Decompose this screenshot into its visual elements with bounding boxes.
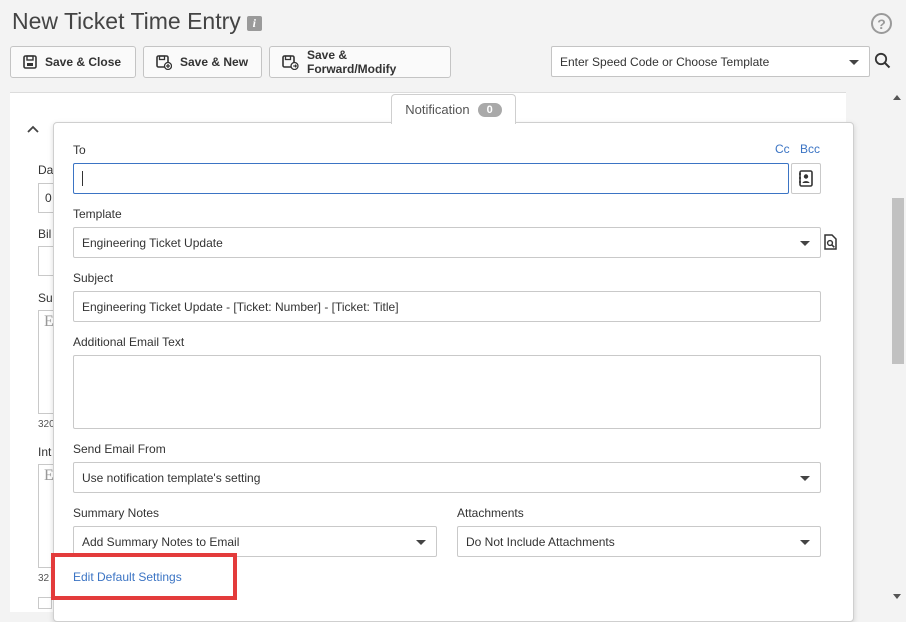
send-from-label: Send Email From <box>73 442 166 456</box>
highlight-box <box>51 553 237 600</box>
send-from-value: Use notification template's setting <box>82 470 261 485</box>
save-new-label: Save & New <box>180 55 249 69</box>
additional-text-label: Additional Email Text <box>73 335 185 349</box>
chevron-down-icon <box>800 240 810 246</box>
page-title: New Ticket Time Entry <box>12 8 241 34</box>
send-from-select[interactable]: Use notification template's setting <box>73 462 821 493</box>
to-input[interactable] <box>73 163 789 194</box>
scroll-down-icon[interactable] <box>893 594 901 599</box>
page-title-container: New Ticket Time Entry i <box>12 8 262 35</box>
attachments-value: Do Not Include Attachments <box>466 534 615 549</box>
billing-label: Bil <box>38 227 52 241</box>
text-cursor <box>82 171 83 186</box>
speed-code-select[interactable]: Enter Speed Code or Choose Template <box>551 46 870 77</box>
save-new-button[interactable]: Save & New <box>143 46 262 78</box>
internal-counter: 32 <box>38 573 50 584</box>
summary-notes-label: Summary Notes <box>73 506 160 520</box>
tab-notification[interactable]: Notification 0 <box>391 94 516 124</box>
internal-label: Int <box>38 445 52 459</box>
search-icon[interactable] <box>874 52 891 69</box>
bcc-link[interactable]: Bcc <box>800 142 820 156</box>
date-value: 0 <box>45 191 52 205</box>
subject-label: Subject <box>73 271 114 285</box>
scroll-up-icon[interactable] <box>893 95 901 100</box>
chevron-down-icon <box>416 539 426 545</box>
save-new-icon <box>156 54 172 70</box>
info-icon[interactable]: i <box>246 16 262 31</box>
save-forward-button[interactable]: Save & Forward/Modify <box>269 46 451 78</box>
subject-value: Engineering Ticket Update - [Ticket: Num… <box>82 299 399 314</box>
notification-count-badge: 0 <box>477 102 502 117</box>
template-label: Template <box>73 207 122 221</box>
tab-notification-label: Notification <box>405 102 470 117</box>
chevron-down-icon <box>800 539 810 545</box>
address-book-icon <box>799 170 813 187</box>
attachments-label: Attachments <box>457 506 524 520</box>
help-icon[interactable]: ? <box>871 13 892 34</box>
preview-template-icon[interactable] <box>824 234 837 250</box>
chevron-up-icon[interactable] <box>26 124 40 134</box>
notification-popup: To Cc Bcc Template Engineering Ticket Up… <box>53 122 854 622</box>
date-label: Da <box>38 163 54 177</box>
speed-code-placeholder: Enter Speed Code or Choose Template <box>560 54 770 69</box>
summary-notes-value: Add Summary Notes to Email <box>82 534 240 549</box>
chevron-down-icon <box>800 475 810 481</box>
attachments-select[interactable]: Do Not Include Attachments <box>457 526 821 557</box>
template-value: Engineering Ticket Update <box>82 235 223 250</box>
to-label: To <box>73 143 86 157</box>
checkbox[interactable] <box>38 597 52 609</box>
additional-text-area[interactable] <box>73 355 821 429</box>
chevron-down-icon <box>849 59 859 65</box>
save-icon <box>23 55 37 69</box>
save-close-button[interactable]: Save & Close <box>10 46 136 78</box>
save-forward-label: Save & Forward/Modify <box>307 48 397 76</box>
save-forward-icon <box>282 54 299 70</box>
subject-input[interactable]: Engineering Ticket Update - [Ticket: Num… <box>73 291 821 322</box>
summary-label: Su <box>38 291 53 305</box>
cc-link[interactable]: Cc <box>775 142 790 156</box>
save-close-label: Save & Close <box>45 55 122 69</box>
template-select[interactable]: Engineering Ticket Update <box>73 227 821 258</box>
scrollbar-thumb[interactable] <box>892 198 904 364</box>
address-book-button[interactable] <box>791 163 821 194</box>
